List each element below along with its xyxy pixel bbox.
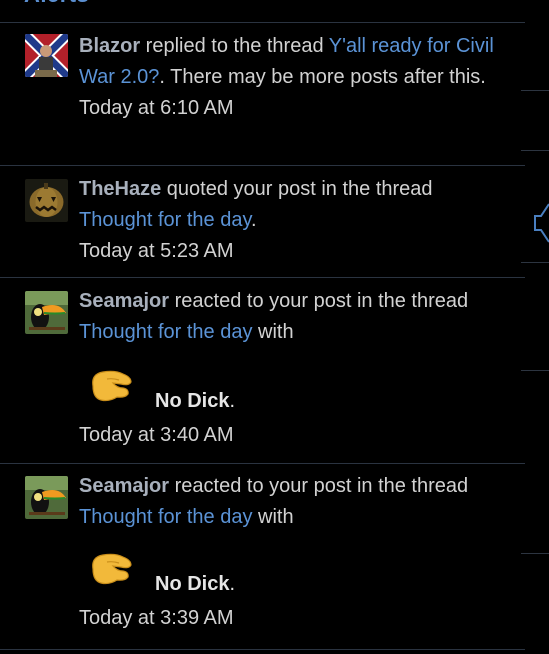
alert-timestamp: Today at 3:40 AM — [79, 424, 234, 446]
alert-content: Blazor replied to the thread Y'all ready… — [79, 31, 504, 122]
background-divider — [521, 90, 549, 91]
toucan-avatar-icon[interactable] — [25, 291, 68, 334]
alert-item[interactable]: TheHaze quoted your post in the thread T… — [0, 165, 525, 277]
thread-link[interactable]: Thought for the day — [79, 321, 252, 343]
pinching-hand-icon — [87, 547, 137, 589]
page-title: Alerts — [24, 0, 89, 8]
alert-username[interactable]: Seamajor — [79, 290, 169, 312]
thread-link[interactable]: Thought for the day — [79, 506, 252, 528]
alert-item[interactable]: Seamajor reacted to your post in the thr… — [0, 463, 525, 649]
pumpkin-avatar-icon[interactable] — [25, 179, 68, 222]
background-divider — [521, 262, 549, 263]
alert-content: Seamajor reacted to your post in the thr… — [79, 471, 504, 632]
confederate-flag-avatar-icon[interactable] — [25, 34, 68, 77]
alert-username[interactable]: Blazor — [79, 35, 140, 57]
alert-suffix: with — [252, 506, 294, 528]
toucan-avatar-icon[interactable] — [25, 476, 68, 519]
reaction-name: No Dick. — [155, 390, 236, 412]
reaction: No Dick. — [79, 362, 504, 420]
alert-item[interactable]: Seamajor reacted to your post in the thr… — [0, 277, 525, 463]
alert-action: reacted to your post in the thread — [169, 290, 469, 312]
divider — [0, 649, 525, 650]
pinching-hand-icon — [87, 364, 137, 406]
background-divider — [521, 150, 549, 151]
background-divider — [521, 370, 549, 371]
alert-action: replied to the thread — [140, 35, 329, 57]
alert-action: quoted your post in the thread — [161, 178, 433, 200]
alert-timestamp: Today at 3:39 AM — [79, 607, 234, 629]
alert-timestamp: Today at 6:10 AM — [79, 97, 234, 119]
reaction-name: No Dick. — [155, 573, 236, 595]
alert-suffix: with — [252, 321, 294, 343]
reaction: No Dick. — [79, 545, 504, 603]
background-divider — [521, 553, 549, 554]
alert-suffix: . There may be more posts after this. — [159, 66, 486, 88]
thread-link[interactable]: Thought for the day — [79, 209, 251, 231]
alerts-panel: Alerts Blazor replied to the thread Y'al… — [0, 0, 525, 654]
alert-username[interactable]: Seamajor — [79, 475, 169, 497]
alert-content: Seamajor reacted to your post in the thr… — [79, 286, 504, 449]
alert-content: TheHaze quoted your post in the thread T… — [79, 174, 504, 265]
alert-username[interactable]: TheHaze — [79, 178, 161, 200]
alert-timestamp: Today at 5:23 AM — [79, 240, 234, 262]
alert-suffix: . — [250, 209, 257, 231]
alert-action: reacted to your post in the thread — [169, 475, 469, 497]
alert-item[interactable]: Blazor replied to the thread Y'all ready… — [0, 22, 525, 165]
speaker-icon — [527, 190, 549, 260]
